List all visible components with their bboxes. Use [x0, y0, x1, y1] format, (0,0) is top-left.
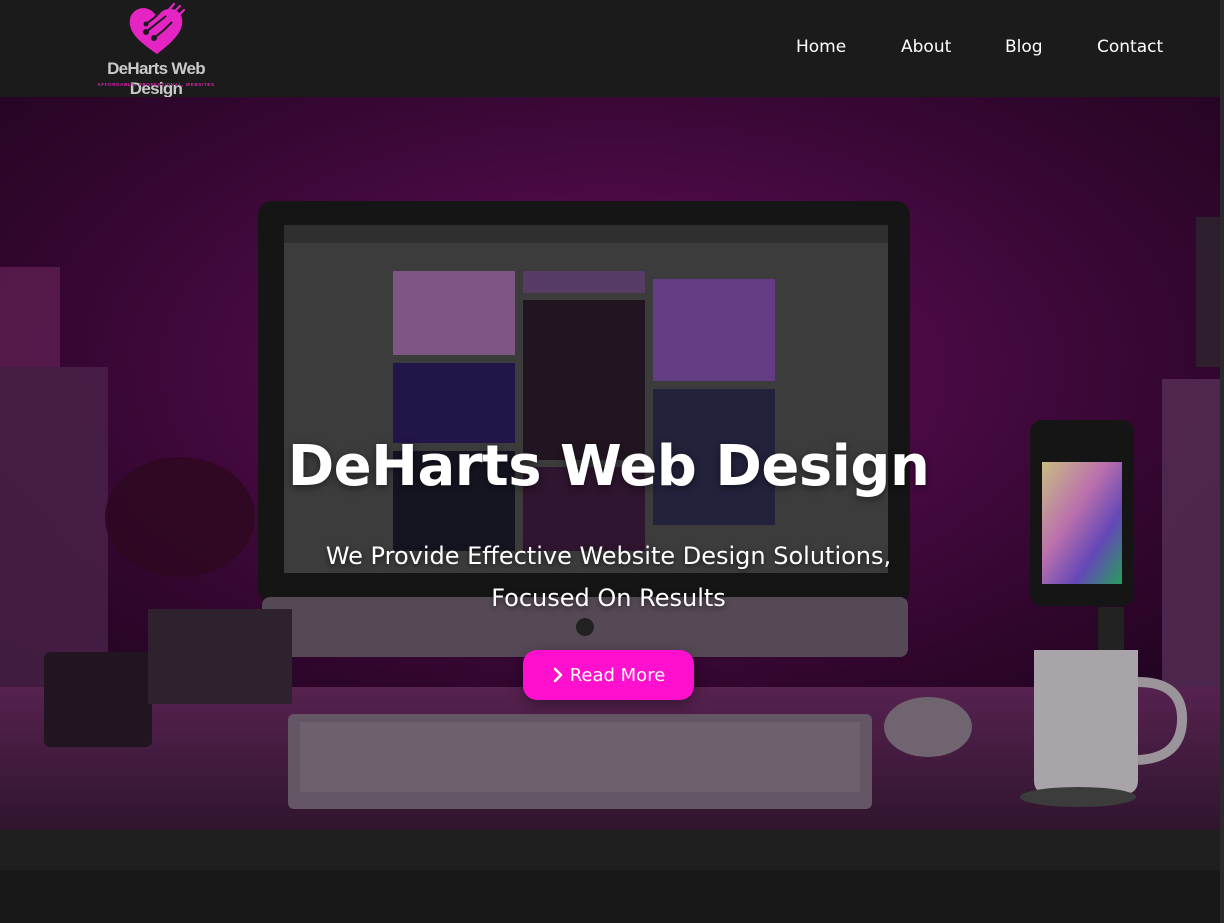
heart-circuit-icon	[129, 2, 186, 55]
hero-subtitle: We Provide Effective Website Design Solu…	[325, 542, 892, 612]
hero-title: DeHarts Web Design	[287, 434, 930, 499]
nav-about[interactable]: About	[901, 37, 951, 57]
nav-blog[interactable]: Blog	[1005, 37, 1043, 57]
logo-tagline: AFFORDABLE, PROFESSIONAL, WEBSITES	[97, 82, 215, 87]
site-logo[interactable]: DeHarts Web Design AFFORDABLE, PROFESSIO…	[84, 2, 228, 98]
hero-section: DeHarts Web Design We Provide Effective …	[0, 97, 1224, 830]
read-more-button[interactable]: Read More	[523, 650, 694, 700]
chevron-right-icon	[553, 667, 563, 683]
next-section-inner	[0, 870, 1224, 923]
logo-wordmark: DeHarts Web Design	[107, 59, 205, 98]
read-more-label: Read More	[569, 664, 666, 686]
site-header: DeHarts Web Design AFFORDABLE, PROFESSIO…	[0, 0, 1224, 98]
page-scrollbar[interactable]	[1220, 0, 1224, 923]
next-section-band	[0, 830, 1224, 923]
nav-contact[interactable]: Contact	[1097, 37, 1163, 57]
nav-home[interactable]: Home	[796, 37, 846, 57]
